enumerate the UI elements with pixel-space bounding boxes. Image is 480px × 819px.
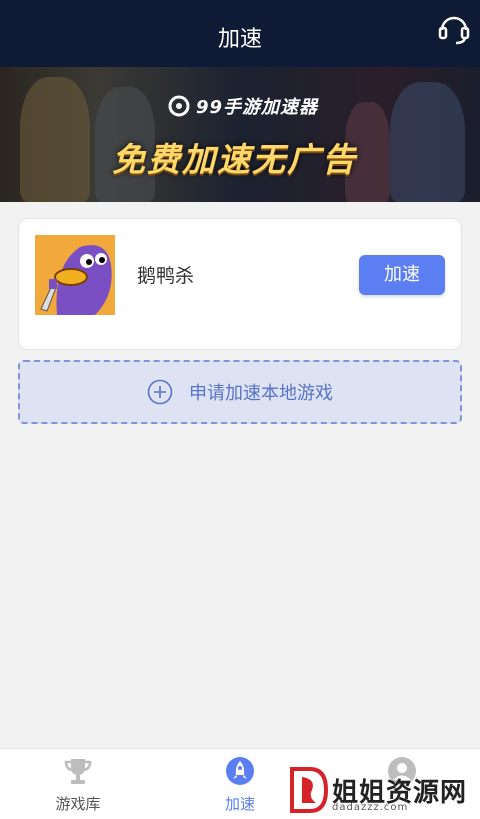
banner-brand: 99手游加速器 [196,97,319,118]
game-name: 鹅鸭杀 [137,265,195,287]
headset-icon[interactable] [436,10,472,46]
promo-banner[interactable]: 99手游加速器 免费加速无广告 [0,67,480,202]
plus-circle-icon [147,379,173,405]
tab-label: 加速 [224,795,255,813]
banner-character-left [20,77,90,202]
banner-character-right [390,82,465,202]
rocket-icon [226,757,254,785]
game-card: 鹅鸭杀 加速 [18,218,462,350]
top-bar: 加速 [0,0,480,67]
page-title: 加速 [217,27,262,52]
watermark: 姐姐资源网 dadazzz.com [288,764,473,816]
apply-label: 申请加速本地游戏 [189,383,333,404]
tab-game-library[interactable]: 游戏库 [18,749,138,819]
accelerate-button[interactable]: 加速 [359,255,445,295]
game-icon[interactable] [35,235,115,315]
watermark-logo-icon [290,767,328,813]
tab-accelerate[interactable]: 加速 [180,749,300,819]
apply-local-game-button[interactable]: 申请加速本地游戏 [18,360,462,424]
tab-label: 游戏库 [55,795,101,813]
trophy-icon [64,759,92,784]
watermark-sub: dadazzz.com [332,802,409,813]
brand-logo-icon [168,95,190,117]
banner-slogan: 免费加速无广告 [112,140,357,179]
